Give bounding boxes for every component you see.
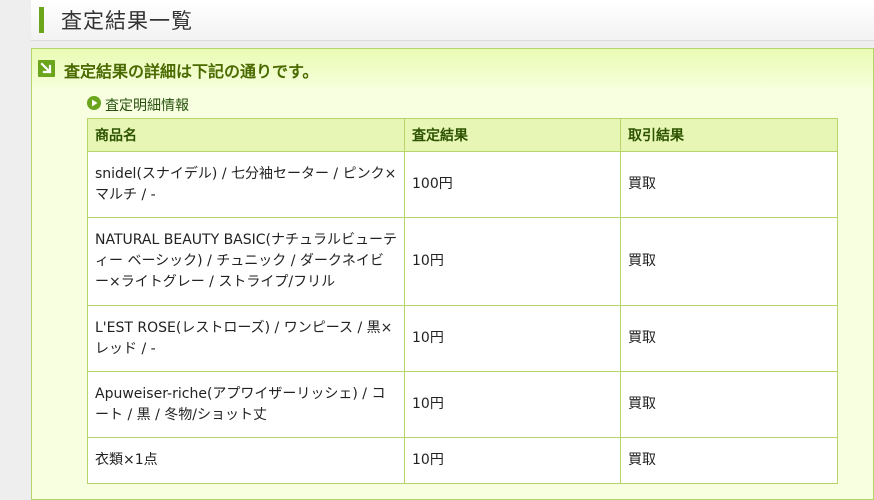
page-header: 査定結果一覧 xyxy=(31,0,874,41)
assessment-cell: 10円 xyxy=(404,371,621,438)
table-row: Apuweiser-riche(アプワイザーリッシェ) / コート / 黒 / … xyxy=(87,371,838,438)
section-label-text: 査定明細情報 xyxy=(105,98,189,114)
arrow-down-right-icon xyxy=(38,60,55,77)
transaction-cell: 買取 xyxy=(620,437,838,484)
table-row: L'EST ROSE(レストローズ) / ワンピース / 黒×レッド / - 1… xyxy=(87,305,838,372)
table-row: snidel(スナイデル) / 七分袖セーター / ピンク×マルチ / - 10… xyxy=(87,151,838,218)
item-name-cell: snidel(スナイデル) / 七分袖セーター / ピンク×マルチ / - xyxy=(87,151,405,218)
transaction-cell: 買取 xyxy=(620,151,838,218)
header-accent-bar xyxy=(39,7,44,33)
result-panel: 査定結果の詳細は下記の通りです。 査定明細情報 商品名 査定結果 取引結果 sn… xyxy=(31,48,874,500)
column-header-assessment: 査定結果 xyxy=(404,118,621,152)
column-header-transaction: 取引結果 xyxy=(620,118,838,152)
transaction-cell: 買取 xyxy=(620,217,838,306)
play-circle-icon xyxy=(87,96,101,110)
assessment-cell: 100円 xyxy=(404,151,621,218)
item-name-cell: Apuweiser-riche(アプワイザーリッシェ) / コート / 黒 / … xyxy=(87,371,405,438)
item-name-cell: NATURAL BEAUTY BASIC(ナチュラルビューティー ベーシック) … xyxy=(87,217,405,306)
page-title: 査定結果一覧 xyxy=(61,9,193,33)
panel-header: 査定結果の詳細は下記の通りです。 xyxy=(32,49,873,87)
result-table: 商品名 査定結果 取引結果 snidel(スナイデル) / 七分袖セーター / … xyxy=(87,118,838,484)
table-row: NATURAL BEAUTY BASIC(ナチュラルビューティー ベーシック) … xyxy=(87,217,838,306)
panel-title: 査定結果の詳細は下記の通りです。 xyxy=(64,62,319,81)
transaction-cell: 買取 xyxy=(620,305,838,372)
table-row: 衣類×1点 10円 買取 xyxy=(87,437,838,484)
assessment-cell: 10円 xyxy=(404,217,621,306)
assessment-cell: 10円 xyxy=(404,305,621,372)
item-name-cell: 衣類×1点 xyxy=(87,437,405,484)
assessment-cell: 10円 xyxy=(404,437,621,484)
column-header-item-name: 商品名 xyxy=(87,118,405,152)
transaction-cell: 買取 xyxy=(620,371,838,438)
table-header-row: 商品名 査定結果 取引結果 xyxy=(87,118,838,152)
item-name-cell: L'EST ROSE(レストローズ) / ワンピース / 黒×レッド / - xyxy=(87,305,405,372)
